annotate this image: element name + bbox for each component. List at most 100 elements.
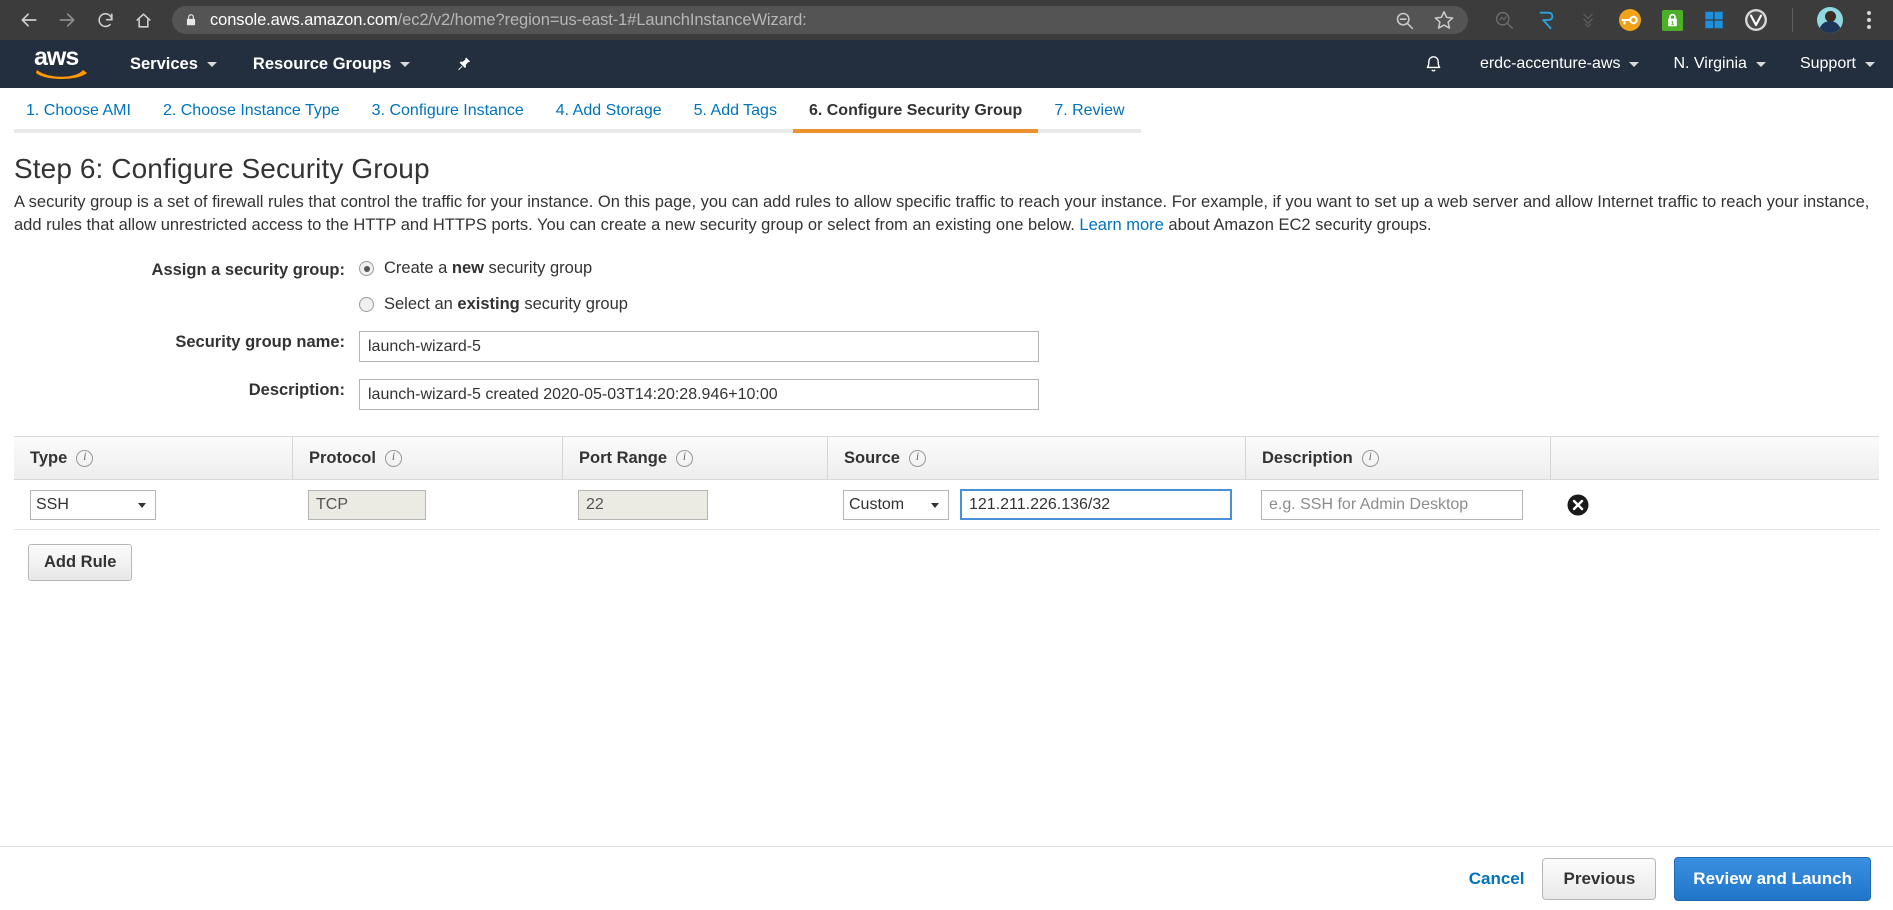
nav-support[interactable]: Support: [1800, 55, 1875, 73]
wizard-step-tabs: 1. Choose AMI 2. Choose Instance Type 3.…: [0, 88, 1893, 133]
kebab-menu-icon[interactable]: [1861, 11, 1877, 29]
review-and-launch-button[interactable]: Review and Launch: [1674, 856, 1871, 901]
header-type: Type i: [14, 437, 292, 479]
windows-icon[interactable]: [1702, 8, 1726, 32]
cell-source: Custom: [827, 489, 1245, 520]
rules-table-body: SSH Custom: [14, 480, 1879, 530]
radio-select-existing-input[interactable]: [359, 297, 374, 312]
cell-type: SSH: [14, 489, 292, 520]
rule-description-input[interactable]: [1261, 489, 1523, 520]
home-icon[interactable]: [124, 1, 162, 39]
radio-create-new-label: Create a new security group: [384, 259, 592, 278]
radio-select-existing-security-group[interactable]: Select an existing security group: [359, 295, 1879, 314]
previous-button[interactable]: Previous: [1542, 857, 1657, 900]
info-icon[interactable]: i: [908, 449, 926, 467]
security-rules-table: Type i Protocol i Port Range i Source i …: [14, 436, 1879, 581]
tab-configure-security-group[interactable]: 6. Configure Security Group: [792, 102, 1039, 133]
zoom-out-icon[interactable]: [1392, 8, 1416, 32]
security-group-description-input[interactable]: [359, 379, 1039, 410]
delete-circle-icon[interactable]: [1566, 493, 1590, 517]
tab-choose-ami[interactable]: 1. Choose AMI: [14, 102, 147, 133]
star-icon[interactable]: [1432, 8, 1456, 32]
assign-security-group-row: Assign a security group: Create a new se…: [14, 259, 1879, 314]
lastpass-lock-icon[interactable]: 1: [1660, 8, 1684, 32]
nav-services[interactable]: Services: [130, 55, 217, 74]
nav-support-label: Support: [1799, 55, 1856, 72]
rule-source-value-input[interactable]: [960, 489, 1232, 520]
pin-icon[interactable]: [456, 56, 473, 73]
chevron-down-icon: [206, 61, 217, 67]
tab-review[interactable]: 7. Review: [1038, 102, 1141, 133]
radio-new-post: security group: [483, 259, 593, 277]
main-content: Step 6: Configure Security Group A secur…: [0, 153, 1893, 581]
nav-region-label: N. Virginia: [1673, 55, 1747, 72]
wizard-footer: Cancel Previous Review and Launch: [0, 846, 1893, 910]
info-icon[interactable]: i: [1361, 449, 1379, 467]
back-arrow-icon[interactable]: [10, 1, 48, 39]
aws-smile-icon: [36, 70, 87, 79]
r-extension-icon[interactable]: [1534, 8, 1558, 32]
cell-protocol: [292, 489, 562, 520]
nav-region[interactable]: N. Virginia: [1673, 55, 1766, 73]
chevron-down-icon: [1755, 61, 1766, 67]
toolbar-divider: [1792, 8, 1793, 32]
rule-source-mode-select[interactable]: Custom: [843, 489, 949, 520]
cell-port-range: [562, 489, 827, 520]
security-group-form: Assign a security group: Create a new se…: [14, 259, 1879, 410]
cancel-link[interactable]: Cancel: [1469, 869, 1525, 889]
key-password-icon[interactable]: [1618, 8, 1642, 32]
lock-icon: [184, 12, 198, 28]
info-icon[interactable]: i: [384, 449, 402, 467]
tab-add-tags[interactable]: 5. Add Tags: [677, 102, 793, 133]
chevron-down-icon: [1865, 61, 1875, 67]
rules-table-header: Type i Protocol i Port Range i Source i …: [14, 436, 1879, 480]
vivaldi-v-icon[interactable]: [1744, 8, 1768, 32]
rule-port-range-input: [578, 489, 708, 520]
header-type-label: Type: [30, 448, 68, 467]
reload-icon[interactable]: [86, 1, 124, 39]
header-source-label: Source: [844, 448, 900, 467]
nav-account[interactable]: erdc-accenture-aws: [1480, 55, 1640, 73]
nav-resource-groups[interactable]: Resource Groups: [252, 54, 411, 74]
header-port-range: Port Range i: [562, 437, 827, 479]
table-row: SSH Custom: [14, 480, 1879, 530]
nav-services-label: Services: [130, 54, 198, 73]
radio-select-existing-label: Select an existing security group: [384, 295, 628, 314]
page-title: Step 6: Configure Security Group: [14, 153, 430, 184]
url-path: /ec2/v2/home?region=us-east-1#LaunchInst…: [397, 10, 807, 29]
security-group-name-label: Security group name:: [175, 333, 345, 351]
radio-create-new-security-group[interactable]: Create a new security group: [359, 259, 1879, 278]
avatar[interactable]: [1817, 7, 1843, 33]
learn-more-link[interactable]: Learn more: [1079, 216, 1163, 234]
aws-logo[interactable]: aws: [34, 45, 90, 81]
rule-type-select[interactable]: SSH: [30, 489, 156, 520]
downloads-arrow-icon[interactable]: [1576, 8, 1600, 32]
tab-add-storage[interactable]: 4. Add Storage: [539, 102, 678, 133]
tab-configure-instance[interactable]: 3. Configure Instance: [355, 102, 540, 133]
header-description: Description i: [1245, 437, 1550, 479]
radio-existing-post: security group: [519, 295, 628, 313]
header-delete: [1550, 437, 1879, 479]
header-protocol: Protocol i: [292, 437, 562, 479]
address-bar[interactable]: console.aws.amazon.com/ec2/v2/home?regio…: [172, 6, 1468, 34]
security-group-description-row: Description:: [14, 379, 1879, 410]
header-port-range-label: Port Range: [579, 448, 668, 467]
page-description-text: A security group is a set of firewall ru…: [14, 193, 1870, 234]
info-icon[interactable]: i: [676, 449, 694, 467]
security-group-name-row: Security group name:: [14, 331, 1879, 362]
cell-delete: [1550, 493, 1879, 517]
nav-account-label: erdc-accenture-aws: [1479, 55, 1621, 72]
tab-choose-instance-type[interactable]: 2. Choose Instance Type: [146, 102, 356, 133]
inspect-extension-icon[interactable]: [1492, 8, 1516, 32]
chevron-down-icon: [400, 61, 411, 67]
security-group-name-input[interactable]: [359, 331, 1039, 362]
info-icon[interactable]: i: [76, 449, 94, 467]
add-rule-button[interactable]: Add Rule: [28, 544, 133, 581]
forward-arrow-icon[interactable]: [48, 1, 86, 39]
bell-icon[interactable]: [1422, 52, 1446, 76]
radio-new-bold: new: [451, 259, 484, 277]
nav-resource-groups-label: Resource Groups: [252, 54, 392, 73]
url-text: console.aws.amazon.com/ec2/v2/home?regio…: [210, 11, 807, 30]
page-description-text-2: about Amazon EC2 security groups.: [1163, 216, 1432, 234]
radio-create-new-input[interactable]: [359, 261, 374, 276]
